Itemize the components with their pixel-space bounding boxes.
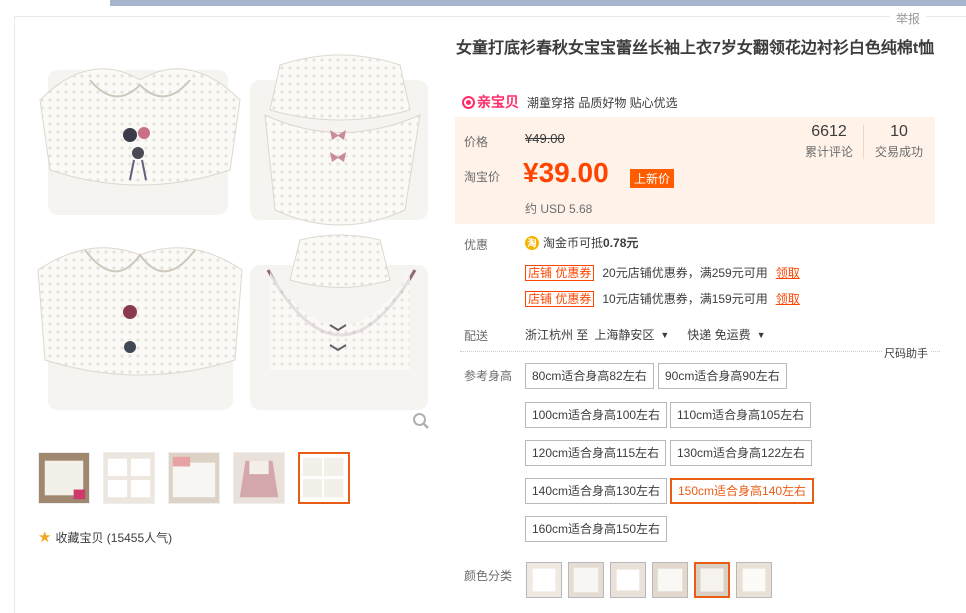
- shirt-image-2: [250, 54, 428, 226]
- top-navigation-strip: [110, 0, 966, 6]
- taojinbi-coin-icon: 淘: [525, 235, 539, 250]
- shirt-image-3: [37, 247, 243, 410]
- promotion-section: 优惠 淘 淘金币可抵 0.78元 店铺 优惠券 20元店铺优惠券，满259元可用 …: [455, 226, 935, 314]
- current-price: ¥39.00: [523, 157, 609, 188]
- sales-stat: 10 交易成功: [875, 123, 923, 160]
- brand-logo[interactable]: 亲宝贝: [462, 92, 519, 112]
- price-label: 价格: [464, 135, 489, 149]
- divider: [460, 351, 940, 352]
- color-swatch-4[interactable]: [652, 562, 688, 598]
- brand-slogan: 潮童穿搭 品质好物 贴心优选: [527, 95, 678, 110]
- reviews-caption: 累计评论: [805, 145, 854, 159]
- size-option[interactable]: 160cm适合身高150左右: [525, 516, 668, 542]
- color-swatch-3[interactable]: [610, 562, 646, 598]
- color-swatch-6[interactable]: [736, 562, 772, 598]
- thumbnail-2[interactable]: [103, 452, 155, 504]
- shipping-label: 配送: [464, 329, 489, 343]
- thumbnail-strip: [38, 452, 350, 504]
- coupon-row-1: 店铺 优惠券 20元店铺优惠券，满259元可用 领取: [525, 264, 800, 281]
- promo-label: 优惠: [464, 238, 489, 252]
- taobao-price-label: 淘宝价: [464, 170, 501, 184]
- stat-divider: [863, 125, 864, 159]
- coupon-tag: 店铺 优惠券: [525, 264, 595, 281]
- coupon-claim-link[interactable]: 领取: [776, 290, 800, 307]
- brand-logo-text: 亲宝贝: [477, 94, 519, 110]
- price-panel: 价格 ¥49.00 淘宝价 ¥39.00 上新价 约 USD 5.68 6612…: [455, 117, 935, 224]
- favorite-button[interactable]: ★ 收藏宝贝 (15455人气): [38, 528, 172, 546]
- zoom-icon[interactable]: [412, 412, 430, 430]
- color-label: 颜色分类: [464, 569, 513, 583]
- thumbnail-5[interactable]: [298, 452, 350, 504]
- coupon-text: 10元店铺优惠券，满159元可用: [602, 292, 768, 306]
- product-title: 女童打底衫春秋女宝宝蕾丝长袖上衣7岁女翻领花边衬衫白色纯棉t恤: [456, 40, 935, 57]
- size-option[interactable]: 130cm适合身高122左右: [670, 440, 813, 466]
- size-option[interactable]: 120cm适合身高115左右: [525, 440, 667, 466]
- chevron-down-icon[interactable]: ▼: [757, 330, 766, 340]
- star-icon: ★: [38, 529, 52, 546]
- shipping-row: 配送 浙江杭州 至 上海静安区 ▼ 快递 免运费 ▼: [455, 320, 935, 350]
- shipping-details: 浙江杭州 至 上海静安区 ▼ 快递 免运费 ▼: [525, 326, 766, 343]
- coin-amount: 0.78元: [603, 236, 639, 250]
- sales-count: 10: [890, 123, 908, 140]
- coin-text: 淘金币可抵: [543, 236, 604, 250]
- sales-caption: 交易成功: [875, 145, 924, 159]
- size-option[interactable]: 100cm适合身高100左右: [525, 402, 668, 428]
- coupon-tag: 店铺 优惠券: [525, 290, 595, 307]
- brand-row: 亲宝贝 潮童穿搭 品质好物 贴心优选: [462, 92, 678, 112]
- thumbnail-4[interactable]: [233, 452, 285, 504]
- color-swatch-2[interactable]: [568, 562, 604, 598]
- size-option[interactable]: 90cm适合身高90左右: [658, 363, 787, 389]
- shirt-image-1: [39, 68, 241, 215]
- shirt-image-4: [250, 234, 428, 410]
- reviews-count: 6612: [811, 123, 847, 140]
- report-link[interactable]: 举报: [889, 10, 926, 27]
- thumbnail-1[interactable]: [38, 452, 90, 504]
- size-option[interactable]: 140cm适合身高130左右: [525, 478, 668, 504]
- color-swatch-1[interactable]: [526, 562, 562, 598]
- new-price-tag: 上新价: [630, 169, 675, 188]
- thumbnail-3[interactable]: [168, 452, 220, 504]
- original-price: ¥49.00: [525, 131, 565, 146]
- size-label: 参考身高: [464, 369, 513, 383]
- shipping-destination[interactable]: 上海静安区: [594, 326, 654, 343]
- coupon-text: 20元店铺优惠券，满259元可用: [602, 266, 768, 280]
- brand-ring-icon: [462, 95, 475, 109]
- size-helper-link[interactable]: 尺码助手: [882, 345, 930, 361]
- color-swatch-5-selected[interactable]: [694, 562, 730, 598]
- favorite-label: 收藏宝贝 (15455人气): [55, 530, 173, 545]
- usd-price: 约 USD 5.68: [525, 202, 593, 216]
- shipping-from: 浙江杭州 至: [525, 328, 589, 342]
- size-option[interactable]: 80cm适合身高82左右: [525, 363, 654, 389]
- product-collage-image: [37, 54, 428, 410]
- shipping-method[interactable]: 快递 免运费: [687, 326, 750, 343]
- coin-discount: 淘 淘金币可抵 0.78元: [525, 234, 638, 251]
- coupon-row-2: 店铺 优惠券 10元店铺优惠券，满159元可用 领取: [525, 290, 800, 307]
- size-option-selected[interactable]: 150cm适合身高140左右: [670, 478, 815, 504]
- main-product-image[interactable]: [30, 40, 438, 430]
- size-option[interactable]: 110cm适合身高105左右: [670, 402, 812, 428]
- coupon-claim-link[interactable]: 领取: [776, 264, 800, 281]
- chevron-down-icon[interactable]: ▼: [660, 330, 669, 340]
- reviews-stat[interactable]: 6612 累计评论: [805, 123, 853, 160]
- color-swatches: [526, 562, 772, 598]
